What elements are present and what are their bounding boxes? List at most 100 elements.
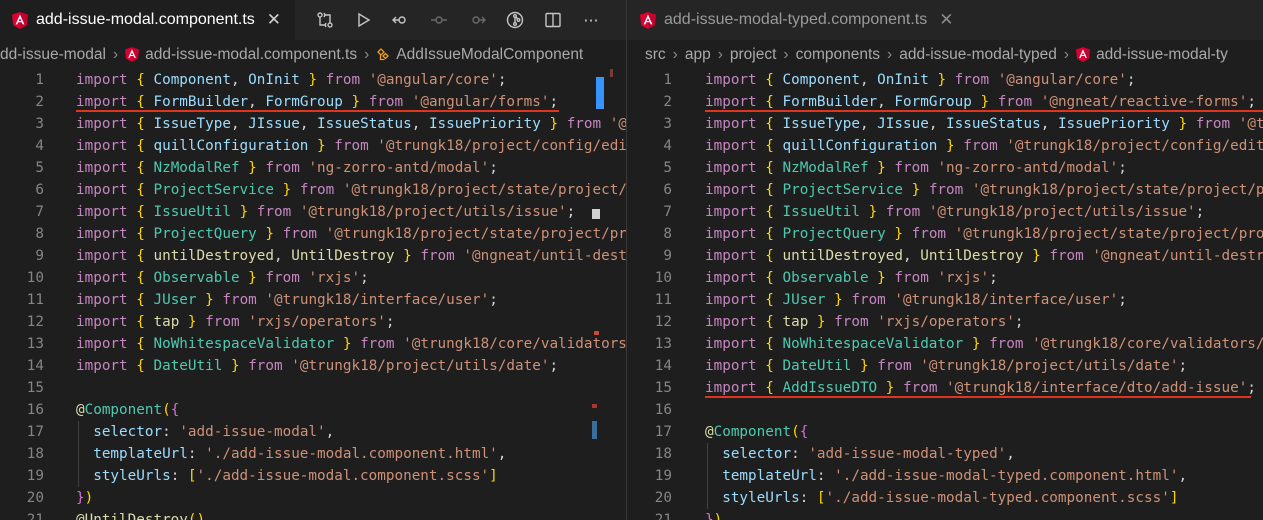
right-editor-group: add-issue-modal-typed.component.ts ✕ src… — [628, 0, 1263, 520]
breadcrumb: dd-issue-modal › add-issue-modal.compone… — [0, 40, 626, 69]
code-line: import { NoWhitespaceValidator } from '@… — [76, 336, 627, 352]
line-number: 21 — [26, 512, 44, 520]
line-number: 13 — [26, 336, 44, 352]
line-number: 15 — [654, 380, 672, 396]
code-line: selector: 'add-issue-modal-typed', — [722, 446, 1015, 462]
breadcrumb-folder[interactable]: components — [796, 46, 880, 64]
code-line: import { quillConfiguration } from '@tru… — [76, 138, 627, 154]
breadcrumb-file-label: add-issue-modal.component.ts — [145, 45, 358, 63]
minimap-marker — [592, 209, 600, 219]
line-number: 16 — [26, 402, 44, 418]
breadcrumb-folder[interactable]: project — [730, 46, 777, 64]
code-line: import { ProjectQuery } from '@trungk18/… — [76, 226, 627, 242]
code-line: @Component({ — [705, 424, 809, 440]
code-editor[interactable]: 1 import { Component, OnInit } from '@ang… — [0, 69, 626, 520]
line-number: 13 — [654, 336, 672, 352]
line-number: 9 — [663, 248, 672, 264]
chevron-right-icon: › — [717, 45, 723, 63]
breadcrumb-folder[interactable]: add-issue-modal-typed — [899, 46, 1057, 64]
tab-title: add-issue-modal-typed.component.ts — [664, 11, 928, 28]
code-line: styleUrls: ['./add-issue-modal-typed.com… — [722, 490, 1179, 506]
code-line: import { Component, OnInit } from '@angu… — [76, 72, 507, 88]
line-number: 14 — [26, 358, 44, 374]
code-line: selector: 'add-issue-modal', — [93, 424, 335, 440]
left-editor-group: add-issue-modal.component.ts ✕ ··· dd-is… — [0, 0, 627, 520]
tab-bar: add-issue-modal-typed.component.ts ✕ — [628, 0, 1263, 40]
breadcrumb-file[interactable]: add-issue-modal-ty — [1076, 46, 1228, 64]
close-icon[interactable]: ✕ — [939, 10, 953, 30]
code-line: import { JUser } from '@trungk18/interfa… — [76, 292, 498, 308]
code-line: import { IssueType, JIssue, IssueStatus,… — [76, 116, 627, 132]
commit-icon[interactable] — [420, 0, 458, 40]
class-symbol-icon — [377, 48, 390, 61]
line-number: 17 — [26, 424, 44, 440]
line-number: 18 — [26, 446, 44, 462]
line-number: 8 — [35, 226, 44, 242]
open-changes-icon[interactable] — [306, 0, 344, 40]
tab-add-issue-modal-component[interactable]: add-issue-modal.component.ts ✕ — [0, 0, 295, 40]
code-line: import { untilDestroyed, UntilDestroy } … — [76, 248, 627, 264]
minimap-marker — [594, 331, 599, 335]
line-number: 16 — [654, 402, 672, 418]
go-back-icon[interactable] — [382, 0, 420, 40]
highlight-underline — [705, 110, 1263, 112]
breadcrumb-file[interactable]: add-issue-modal.component.ts — [125, 46, 357, 64]
line-number: 12 — [654, 314, 672, 330]
line-number: 5 — [663, 160, 672, 176]
go-forward-icon[interactable] — [458, 0, 496, 40]
code-line: import { Observable } from 'rxjs'; — [76, 270, 369, 286]
line-number: 12 — [26, 314, 44, 330]
tab-add-issue-modal-typed-component[interactable]: add-issue-modal-typed.component.ts ✕ — [628, 0, 968, 40]
code-editor[interactable]: 1 import { Component, OnInit } from '@ang… — [628, 69, 1263, 520]
git-icon[interactable] — [496, 0, 534, 40]
chevron-right-icon: › — [783, 45, 789, 63]
breadcrumb-symbol[interactable]: AddIssueModalComponent — [376, 46, 583, 64]
chevron-right-icon: › — [364, 45, 370, 63]
chevron-right-icon: › — [1063, 45, 1070, 63]
line-number: 8 — [663, 226, 672, 242]
code-line: @UntilDestroy() — [76, 512, 206, 520]
breadcrumb-folder[interactable]: dd-issue-modal — [0, 46, 106, 64]
minimap[interactable] — [592, 69, 626, 520]
indent-guide — [78, 421, 79, 487]
minimap-marker — [610, 69, 613, 77]
indent-guide — [707, 443, 708, 509]
line-number: 11 — [654, 292, 672, 308]
split-editor-icon[interactable] — [534, 0, 572, 40]
line-number: 3 — [663, 116, 672, 132]
angular-icon — [125, 47, 139, 62]
editor-actions: ··· — [306, 0, 610, 40]
minimap-slider — [596, 77, 604, 109]
line-number: 20 — [654, 490, 672, 506]
code-line: import { DateUtil } from '@trungk18/proj… — [76, 358, 559, 374]
code-line: import { IssueUtil } from '@trungk18/pro… — [76, 204, 576, 220]
highlight-underline — [76, 110, 559, 112]
line-number: 4 — [663, 138, 672, 154]
tab-title: add-issue-modal.component.ts — [36, 11, 255, 28]
line-number: 1 — [663, 72, 672, 88]
line-number: 2 — [35, 94, 44, 110]
line-number: 7 — [663, 204, 672, 220]
code-line: import { ProjectService } from '@trungk1… — [705, 182, 1263, 198]
code-line: templateUrl: './add-issue-modal.componen… — [93, 446, 507, 462]
line-number: 6 — [35, 182, 44, 198]
more-actions-glyph: ··· — [583, 10, 599, 30]
code-line: import { Component, OnInit } from '@angu… — [705, 72, 1136, 88]
line-number: 3 — [35, 116, 44, 132]
angular-icon — [12, 12, 28, 29]
breadcrumb-folder[interactable]: app — [685, 46, 711, 64]
breadcrumb-file-label: add-issue-modal-ty — [1096, 45, 1228, 63]
code-line: import { DateUtil } from '@trungk18/proj… — [705, 358, 1188, 374]
run-icon[interactable] — [344, 0, 382, 40]
code-line: styleUrls: ['./add-issue-modal.component… — [93, 468, 498, 484]
line-number: 5 — [35, 160, 44, 176]
breadcrumb-folder[interactable]: src — [645, 46, 666, 64]
chevron-right-icon: › — [672, 45, 678, 63]
minimap-marker — [592, 404, 597, 408]
more-actions-icon[interactable]: ··· — [572, 0, 610, 40]
line-number: 10 — [26, 270, 44, 286]
code-line: import { Observable } from 'rxjs'; — [705, 270, 998, 286]
line-number: 11 — [26, 292, 44, 308]
close-icon[interactable]: ✕ — [267, 10, 281, 30]
angular-icon — [640, 12, 656, 29]
